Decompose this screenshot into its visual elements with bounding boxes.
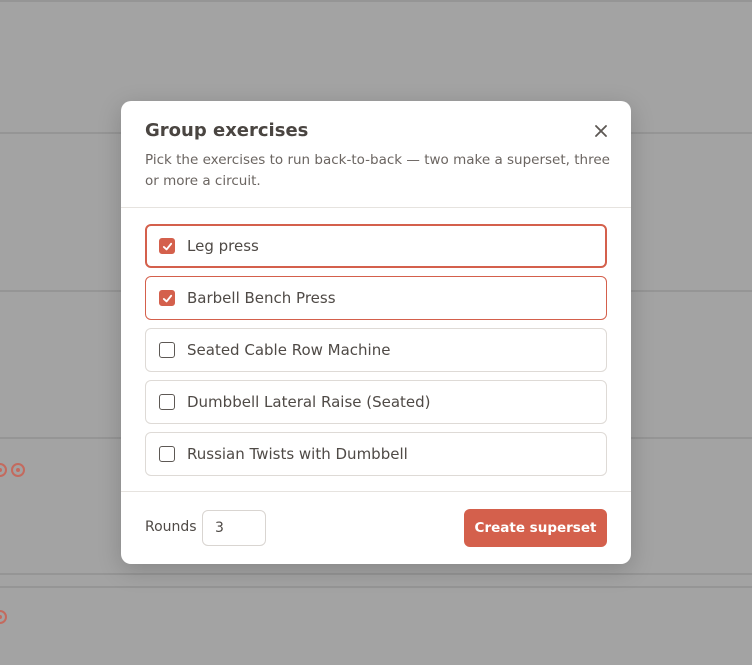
create-superset-button[interactable]: Create superset <box>464 509 607 547</box>
checkbox-checked[interactable] <box>159 238 175 254</box>
checkbox-checked[interactable] <box>159 290 175 306</box>
exercise-label: Leg press <box>187 237 259 255</box>
exercise-label: Seated Cable Row Machine <box>187 341 391 359</box>
dialog-description: Pick the exercises to run back-to-back —… <box>145 152 610 189</box>
dialog-title: Group exercises <box>145 120 309 141</box>
rounds-label: Rounds <box>145 519 197 535</box>
rounds-input[interactable] <box>202 510 266 546</box>
exercise-label: Russian Twists with Dumbbell <box>187 445 408 463</box>
group-exercises-dialog: Group exercises Pick the exercises to ru… <box>121 101 631 564</box>
exercise-list: Leg press Barbell Bench Press Seated Cable… <box>145 224 607 484</box>
checkbox-unchecked[interactable] <box>159 342 175 358</box>
exercise-option[interactable]: Russian Twists with Dumbbell <box>145 432 607 476</box>
dialog-header: Group exercises Pick the exercises to ru… <box>121 101 631 208</box>
exercise-option[interactable]: Leg press <box>145 224 607 268</box>
close-button[interactable] <box>589 119 613 143</box>
exercise-label: Dumbbell Lateral Raise (Seated) <box>187 393 431 411</box>
checkmark-icon <box>162 242 172 250</box>
background-divider <box>0 0 752 2</box>
checkbox-unchecked[interactable] <box>159 394 175 410</box>
background-divider <box>0 573 752 575</box>
target-icon <box>0 610 7 624</box>
target-icon <box>0 463 7 477</box>
target-icon <box>11 463 25 477</box>
dialog-footer: Rounds Create superset <box>121 491 631 564</box>
close-icon <box>595 125 607 137</box>
exercise-option[interactable]: Barbell Bench Press <box>145 276 607 320</box>
exercise-label: Barbell Bench Press <box>187 289 336 307</box>
exercise-option[interactable]: Seated Cable Row Machine <box>145 328 607 372</box>
checkbox-unchecked[interactable] <box>159 446 175 462</box>
exercise-option[interactable]: Dumbbell Lateral Raise (Seated) <box>145 380 607 424</box>
background-divider <box>0 586 752 588</box>
checkmark-icon <box>162 294 172 302</box>
